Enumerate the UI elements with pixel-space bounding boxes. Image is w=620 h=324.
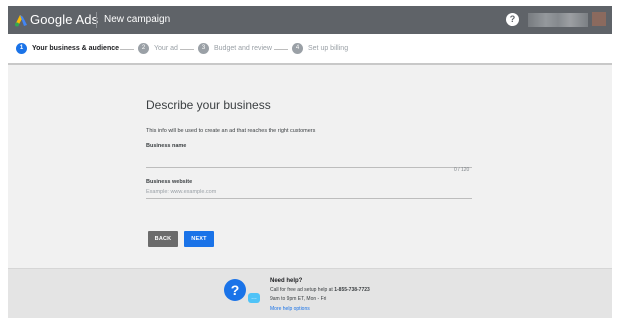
help-call-text: Call for free ad setup help at: [270, 287, 335, 293]
page-title: New campaign: [104, 14, 171, 25]
more-help-options-link[interactable]: More help options: [270, 306, 310, 312]
step-your-business[interactable]: 1 Your business & audience: [16, 43, 119, 54]
step-number-badge: 3: [198, 43, 209, 54]
step-connector: [120, 49, 134, 50]
help-title: Need help?: [270, 278, 303, 284]
app-window: Google Ads New campaign ? 1 Your busines…: [8, 6, 612, 318]
step-connector: [180, 49, 194, 50]
step-label: Your ad: [154, 45, 178, 52]
brand-name: Google Ads: [30, 12, 99, 27]
help-phone-number[interactable]: 1-855-738-7723: [334, 287, 370, 293]
google-ads-logo-icon[interactable]: [14, 13, 28, 27]
business-name-char-counter: 0 / 120: [454, 167, 470, 173]
business-name-label: Business name: [146, 143, 187, 149]
step-number-badge: 4: [292, 43, 303, 54]
form-intro-text: This info will be used to create an ad t…: [146, 128, 316, 134]
campaign-stepper: 1 Your business & audience 2 Your ad 3 B…: [8, 34, 612, 65]
step-label: Your business & audience: [32, 45, 120, 52]
form-heading: Describe your business: [146, 98, 271, 112]
help-question-icon: ?: [224, 279, 246, 301]
step-budget-review[interactable]: 3 Budget and review: [198, 43, 272, 54]
top-app-bar: Google Ads New campaign ?: [8, 6, 612, 34]
appbar-divider: [96, 12, 97, 28]
account-name-blurred[interactable]: [528, 13, 588, 27]
step-number-badge: 2: [138, 43, 149, 54]
step-billing[interactable]: 4 Set up billing: [292, 43, 348, 54]
business-website-underline: [146, 198, 472, 199]
help-hours: 9am to 9pm ET, Mon - Fri: [270, 296, 327, 302]
business-website-input[interactable]: Example: www.example.com: [146, 189, 216, 195]
step-label: Set up billing: [308, 45, 349, 52]
back-button[interactable]: BACK: [148, 231, 178, 247]
step-label: Budget and review: [214, 45, 272, 52]
business-name-input[interactable]: [146, 164, 472, 168]
chat-bubble-icon: …: [248, 293, 260, 303]
help-icon[interactable]: ?: [506, 13, 519, 26]
avatar[interactable]: [592, 12, 606, 26]
step-number-badge: 1: [16, 43, 27, 54]
help-footer: ? … Need help? Call for free ad setup he…: [8, 268, 612, 318]
step-connector: [274, 49, 288, 50]
next-button[interactable]: NEXT: [184, 231, 214, 247]
step-your-ad[interactable]: 2 Your ad: [138, 43, 178, 54]
help-phone-line: Call for free ad setup help at 1-855-738…: [270, 287, 370, 293]
business-website-label: Business website: [146, 179, 193, 185]
